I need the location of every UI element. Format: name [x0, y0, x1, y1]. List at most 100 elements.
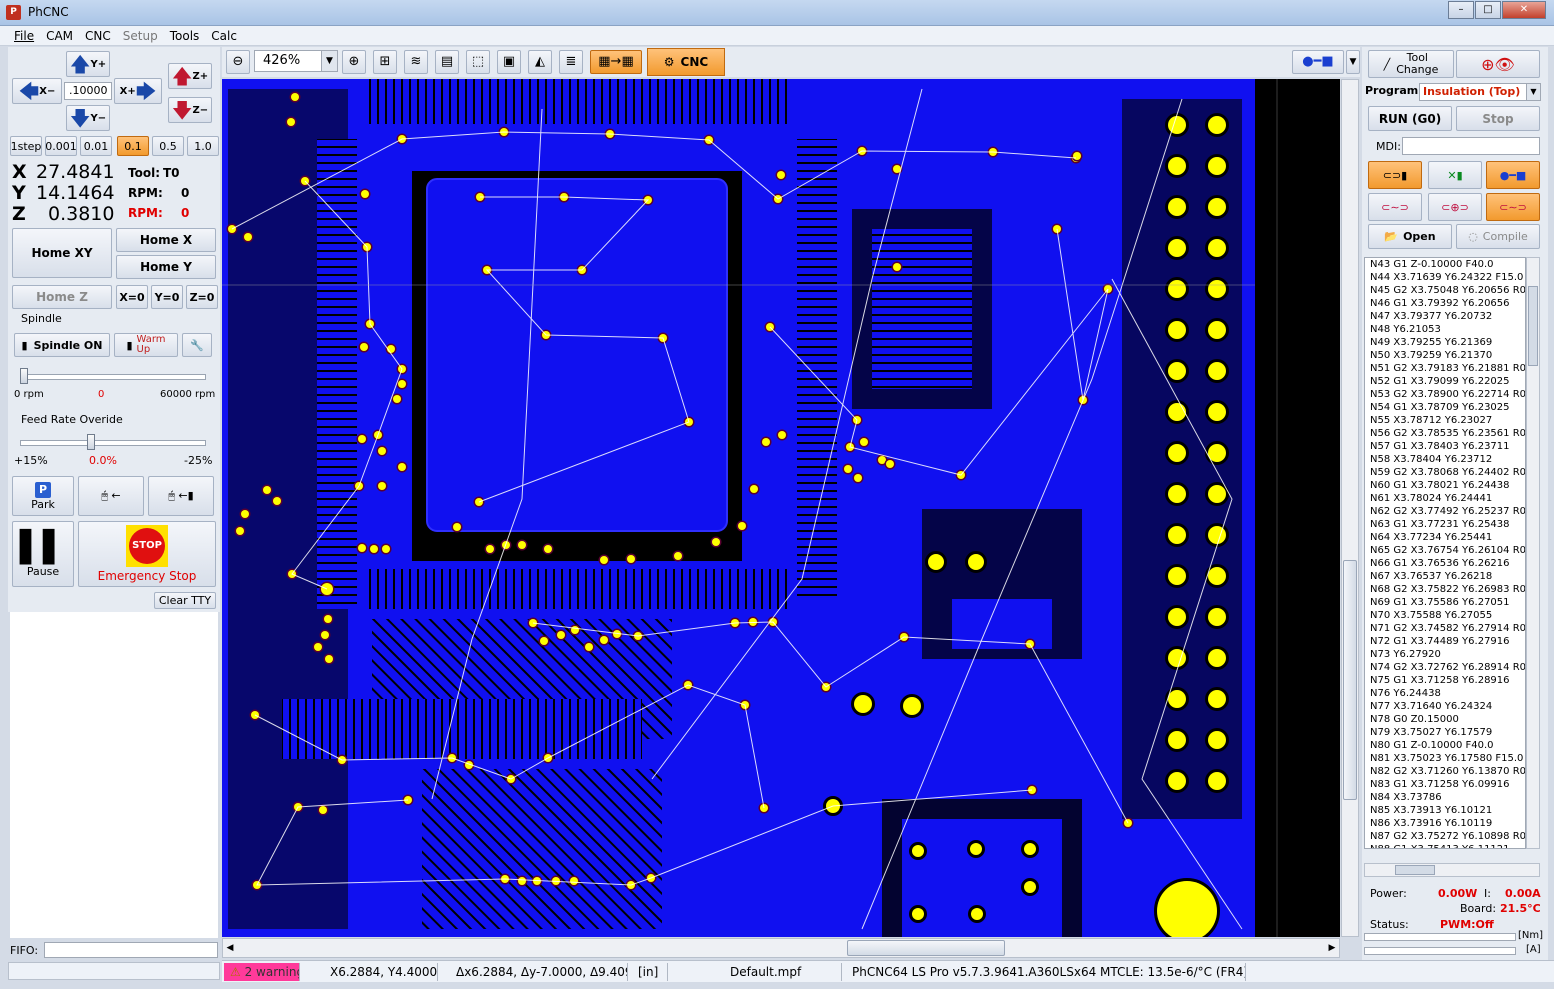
- mdi-input[interactable]: [1402, 137, 1540, 155]
- jog-y-plus-button[interactable]: 🡅 Y+: [66, 51, 110, 77]
- select-icon[interactable]: ⬚: [466, 50, 490, 74]
- park-button[interactable]: P Park: [12, 476, 74, 516]
- feed-slider-thumb[interactable]: [87, 434, 95, 450]
- gcode-line[interactable]: N62 G2 X3.77492 Y6.25237 R0: [1365, 505, 1525, 518]
- home-z-button[interactable]: Home Z: [12, 285, 112, 309]
- gcode-line[interactable]: N53 G2 X3.78900 Y6.22714 R0: [1365, 388, 1525, 401]
- canvas-vertical-scrollbar[interactable]: [1341, 79, 1359, 937]
- warnings-indicator[interactable]: ⚠ 2 warnings: [224, 963, 300, 981]
- gcode-line[interactable]: N55 X3.78712 Y6.23027: [1365, 414, 1525, 427]
- program-select[interactable]: Insulation (Top) ▼: [1419, 83, 1541, 101]
- zoom-fit-icon[interactable]: ⊞: [373, 50, 397, 74]
- step-0-5[interactable]: 0.5: [152, 136, 184, 156]
- gcode-line[interactable]: N47 X3.79377 Y6.20732: [1365, 310, 1525, 323]
- gcode-line[interactable]: N86 X3.73916 Y6.10119: [1365, 817, 1525, 830]
- gcode-line[interactable]: N83 G1 X3.71258 Y6.09916: [1365, 778, 1525, 791]
- clear-tty-button[interactable]: Clear TTY: [154, 592, 216, 609]
- zoom-in-icon[interactable]: ⊕: [342, 50, 366, 74]
- step-1-0[interactable]: 1.0: [187, 136, 219, 156]
- scroll-left-icon[interactable]: ◀: [223, 939, 237, 957]
- gcode-line[interactable]: N71 G2 X3.74582 Y6.27914 R0: [1365, 622, 1525, 635]
- gcode-line[interactable]: N72 G1 X3.74489 Y6.27916: [1365, 635, 1525, 648]
- run-button[interactable]: RUN (G0): [1368, 106, 1452, 131]
- gcode-line[interactable]: N48 Y6.21053: [1365, 323, 1525, 336]
- minimize-button[interactable]: –: [1448, 1, 1474, 19]
- tool-change-button[interactable]: ╱ Tool Change: [1368, 50, 1454, 78]
- mirror-icon[interactable]: ◭: [528, 50, 552, 74]
- menu-setup[interactable]: Setup: [123, 29, 158, 43]
- gcode-line[interactable]: N45 G2 X3.75048 Y6.20656 R0: [1365, 284, 1525, 297]
- gcode-line[interactable]: N80 G1 Z-0.10000 F40.0: [1365, 739, 1525, 752]
- vertical-scroll-thumb[interactable]: [1343, 560, 1357, 800]
- spindle-on-button[interactable]: ▮ Spindle ON: [14, 333, 110, 357]
- gcode-line[interactable]: N76 Y6.24438: [1365, 687, 1525, 700]
- gcode-line[interactable]: N57 G1 X3.78403 Y6.23711: [1365, 440, 1525, 453]
- gcode-line[interactable]: N79 X3.75027 Y6.17579: [1365, 726, 1525, 739]
- jog-y-minus-button[interactable]: 🡇 Y−: [66, 105, 110, 131]
- gcode-vertical-scrollbar[interactable]: [1526, 257, 1540, 849]
- stop-button[interactable]: Stop: [1456, 106, 1540, 131]
- gcode-line[interactable]: N88 G1 X3.75413 Y6.11121: [1365, 843, 1525, 848]
- gcode-scroll-thumb[interactable]: [1528, 286, 1538, 366]
- gcode-line[interactable]: N77 X3.71640 Y6.24324: [1365, 700, 1525, 713]
- zero-y-button[interactable]: Y=0: [151, 285, 183, 309]
- gcode-line[interactable]: N68 G2 X3.75822 Y6.26983 R0: [1365, 583, 1525, 596]
- scroll-right-icon[interactable]: ▶: [1325, 939, 1339, 957]
- jog-z-plus-button[interactable]: 🡅 Z+: [168, 63, 212, 89]
- home-y-button[interactable]: Home Y: [116, 255, 216, 279]
- gcode-line[interactable]: N69 G1 X3.75586 Y6.27051: [1365, 596, 1525, 609]
- jog-z-minus-button[interactable]: 🡇 Z−: [168, 97, 212, 123]
- gcode-line[interactable]: N63 G1 X3.77231 Y6.25438: [1365, 518, 1525, 531]
- gcode-line[interactable]: N73 Y6.27920: [1365, 648, 1525, 661]
- open-button[interactable]: 📂 Open: [1368, 224, 1452, 249]
- probe-view-button[interactable]: ⊕👁: [1456, 50, 1540, 78]
- view-op-button[interactable]: ●━■: [1486, 161, 1540, 189]
- feed-slider-track[interactable]: [20, 440, 206, 446]
- mouse-jog-button[interactable]: 🖱 ←: [78, 476, 144, 516]
- menu-calc[interactable]: Calc: [211, 29, 237, 43]
- gcode-line[interactable]: N44 X3.71639 Y6.24322 F15.0: [1365, 271, 1525, 284]
- menu-cam[interactable]: CAM: [46, 29, 73, 43]
- gcode-line[interactable]: N66 G1 X3.76536 Y6.26216: [1365, 557, 1525, 570]
- gcode-line[interactable]: N81 X3.75023 Y6.17580 F15.0: [1365, 752, 1525, 765]
- menu-file[interactable]: File: [14, 29, 34, 43]
- gcode-line[interactable]: N50 X3.79259 Y6.21370: [1365, 349, 1525, 362]
- gcode-line[interactable]: N84 X3.73786: [1365, 791, 1525, 804]
- layers-icon[interactable]: ≋: [404, 50, 428, 74]
- gcode-line[interactable]: N78 G0 Z0.15000: [1365, 713, 1525, 726]
- step-0-001[interactable]: 0.001: [45, 136, 77, 156]
- emergency-stop-button[interactable]: STOP Emergency Stop: [78, 521, 216, 587]
- settings-icon[interactable]: ≣: [559, 50, 583, 74]
- gcode-line[interactable]: N59 G2 X3.78068 Y6.24402 R0: [1365, 466, 1525, 479]
- gcode-line[interactable]: N49 X3.79255 Y6.21369: [1365, 336, 1525, 349]
- menu-cnc[interactable]: CNC: [85, 29, 111, 43]
- spindle-slider-track[interactable]: [20, 374, 206, 380]
- gcode-line[interactable]: N67 X3.76537 Y6.26218: [1365, 570, 1525, 583]
- gcode-line[interactable]: N65 G2 X3.76754 Y6.26104 R0: [1365, 544, 1525, 557]
- gcode-line[interactable]: N74 G2 X3.72762 Y6.28914 R0: [1365, 661, 1525, 674]
- gcode-listing[interactable]: N43 G1 Z-0.10000 F40.0 N44 X3.71639 Y6.24…: [1364, 257, 1526, 849]
- board-icon[interactable]: ▤: [435, 50, 459, 74]
- step-0-1[interactable]: 0.1: [117, 136, 149, 156]
- drill-op-button[interactable]: ✕▮: [1428, 161, 1482, 189]
- horizontal-scroll-thumb[interactable]: [847, 940, 1005, 956]
- warm-up-button[interactable]: ▮ Warm Up: [114, 333, 178, 357]
- transfer-icon[interactable]: ▦→▦: [590, 50, 642, 74]
- gcode-line[interactable]: N52 G1 X3.79099 Y6.22025: [1365, 375, 1525, 388]
- gcode-line[interactable]: N82 G2 X3.71260 Y6.13870 R0: [1365, 765, 1525, 778]
- canvas-horizontal-scrollbar[interactable]: ◀ ▶: [222, 938, 1340, 958]
- zero-x-button[interactable]: X=0: [116, 285, 148, 309]
- gcode-line[interactable]: N75 G1 X3.71258 Y6.28916: [1365, 674, 1525, 687]
- gcode-line[interactable]: N43 G1 Z-0.10000 F40.0: [1365, 258, 1525, 271]
- gcode-line[interactable]: N70 X3.75588 Y6.27055: [1365, 609, 1525, 622]
- maximize-button[interactable]: □: [1475, 1, 1501, 19]
- cnc-button[interactable]: ⚙ CNC: [647, 48, 725, 76]
- close-button[interactable]: ✕: [1502, 1, 1546, 19]
- measure-icon[interactable]: ▣: [497, 50, 521, 74]
- gcode-horizontal-scrollbar[interactable]: [1364, 863, 1540, 877]
- gcode-hscroll-thumb[interactable]: [1395, 865, 1435, 875]
- gcode-line[interactable]: N87 G2 X3.75272 Y6.10898 R0: [1365, 830, 1525, 843]
- view-toggle-icon[interactable]: ●━■: [1292, 50, 1344, 74]
- outline-cut-op-button[interactable]: ⊂∼⊃: [1486, 193, 1540, 221]
- mouse-tool-button[interactable]: 🖱 ←▮: [148, 476, 214, 516]
